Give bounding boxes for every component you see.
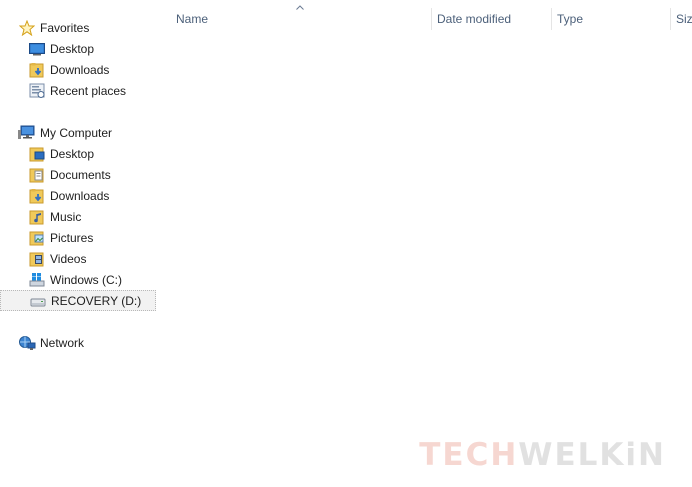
nav-item-videos[interactable]: Videos [0, 248, 156, 269]
nav-item-label: Downloads [50, 62, 110, 77]
nav-my-computer[interactable]: My Computer [0, 122, 156, 143]
nav-item-recent-places[interactable]: Recent places [0, 80, 156, 101]
nav-favorites-label: Favorites [40, 20, 90, 35]
nav-item-label: Recent places [50, 83, 127, 98]
recent-places-icon [28, 83, 46, 99]
desktop-icon [28, 41, 46, 57]
sort-ascending-icon [296, 3, 304, 12]
column-divider[interactable] [431, 8, 432, 30]
nav-item-label: Music [50, 209, 82, 224]
star-icon [18, 19, 36, 36]
column-size[interactable]: Siz [676, 12, 692, 26]
nav-network[interactable]: Network [0, 332, 156, 353]
file-list-area[interactable] [160, 40, 692, 487]
navigation-pane[interactable]: Favorites Desktop Downloads Recent place… [0, 0, 160, 487]
watermark-part-tech: TECH [419, 437, 519, 473]
documents-folder-icon [28, 167, 46, 183]
drive-icon [29, 293, 47, 309]
pictures-folder-icon [28, 230, 46, 246]
desktop-folder-icon [28, 146, 46, 162]
music-folder-icon [28, 209, 46, 225]
nav-item-label: Documents [50, 167, 111, 182]
nav-item-favorites-downloads[interactable]: Downloads [0, 59, 156, 80]
nav-item-pictures[interactable]: Pictures [0, 227, 156, 248]
downloads-folder-icon [28, 62, 46, 78]
nav-item-label: Pictures [50, 230, 94, 245]
nav-item-music[interactable]: Music [0, 206, 156, 227]
nav-item-documents[interactable]: Documents [0, 164, 156, 185]
nav-item-recovery-d[interactable]: RECOVERY (D:) [0, 290, 156, 311]
nav-favorites[interactable]: Favorites [0, 17, 156, 38]
nav-item-windows-c[interactable]: Windows (C:) [0, 269, 156, 290]
nav-my-computer-label: My Computer [40, 125, 113, 140]
nav-item-label: Videos [50, 251, 87, 266]
column-divider[interactable] [670, 8, 671, 30]
nav-item-label: Windows (C:) [50, 272, 123, 287]
file-explorer-window: Favorites Desktop Downloads Recent place… [0, 0, 692, 487]
nav-item-computer-desktop[interactable]: Desktop [0, 143, 156, 164]
nav-item-label: Downloads [50, 188, 110, 203]
watermark-part-welkin: WELKiN [518, 437, 666, 473]
network-icon [18, 335, 36, 351]
column-name[interactable]: Name [176, 12, 208, 26]
column-date-modified[interactable]: Date modified [437, 12, 511, 26]
downloads-folder-icon [28, 188, 46, 204]
videos-folder-icon [28, 251, 46, 267]
nav-network-label: Network [40, 335, 85, 350]
watermark-logo: TECHWELKiN [419, 437, 666, 473]
windows-drive-icon [28, 272, 46, 288]
nav-item-favorites-desktop[interactable]: Desktop [0, 38, 156, 59]
nav-item-label: RECOVERY (D:) [51, 293, 142, 308]
nav-item-label: Desktop [50, 41, 95, 56]
column-divider[interactable] [551, 8, 552, 30]
nav-item-label: Desktop [50, 146, 95, 161]
computer-icon [18, 125, 36, 141]
column-header: Name Date modified Type Siz [160, 0, 692, 40]
nav-item-computer-downloads[interactable]: Downloads [0, 185, 156, 206]
column-type[interactable]: Type [557, 12, 583, 26]
